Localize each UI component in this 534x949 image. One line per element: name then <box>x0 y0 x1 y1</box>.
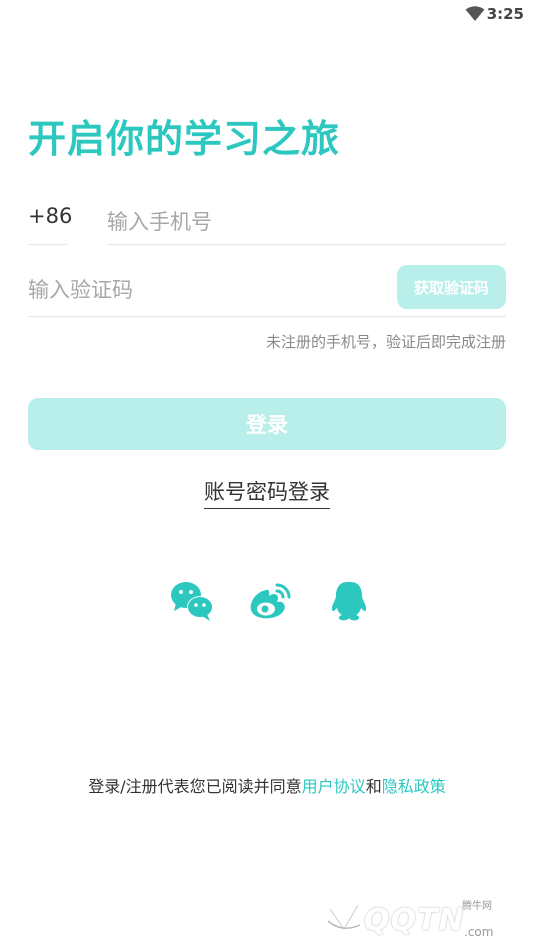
registration-hint: 未注册的手机号，验证后即完成注册 <box>265 333 506 351</box>
agreement-text: 登录/注册代表您已阅读并同意用户协议和隐私政策 <box>0 773 534 797</box>
login-button[interactable]: 登录 <box>28 398 506 450</box>
password-login-row: 账号密码登录 <box>0 476 534 509</box>
agreement-and: 和 <box>365 777 382 796</box>
phone-input[interactable] <box>107 200 506 245</box>
wifi-icon <box>465 6 485 21</box>
country-code[interactable]: +86 <box>28 200 72 245</box>
get-code-button[interactable]: 获取验证码 <box>397 265 506 309</box>
status-time: 3:25 <box>486 5 524 23</box>
page-title: 开启你的学习之旅 <box>28 117 341 161</box>
status-bar: 3:25 <box>0 0 534 30</box>
user-agreement-link[interactable]: 用户协议 <box>302 777 366 796</box>
watermark-small-text: 腾牛网 <box>462 901 492 912</box>
watermark-brand: QQTN <box>364 903 465 938</box>
watermark-domain: .com <box>464 925 494 939</box>
qq-icon[interactable] <box>327 580 371 622</box>
wechat-icon[interactable] <box>170 580 214 622</box>
password-login-link[interactable]: 账号密码登录 <box>204 476 330 509</box>
weibo-icon[interactable] <box>248 580 292 622</box>
watermark-logo-icon <box>327 902 361 934</box>
agreement-prefix: 登录/注册代表您已阅读并同意 <box>88 777 302 796</box>
privacy-policy-link[interactable]: 隐私政策 <box>382 777 446 796</box>
watermark: QQTN 腾牛网 .com <box>324 897 524 941</box>
